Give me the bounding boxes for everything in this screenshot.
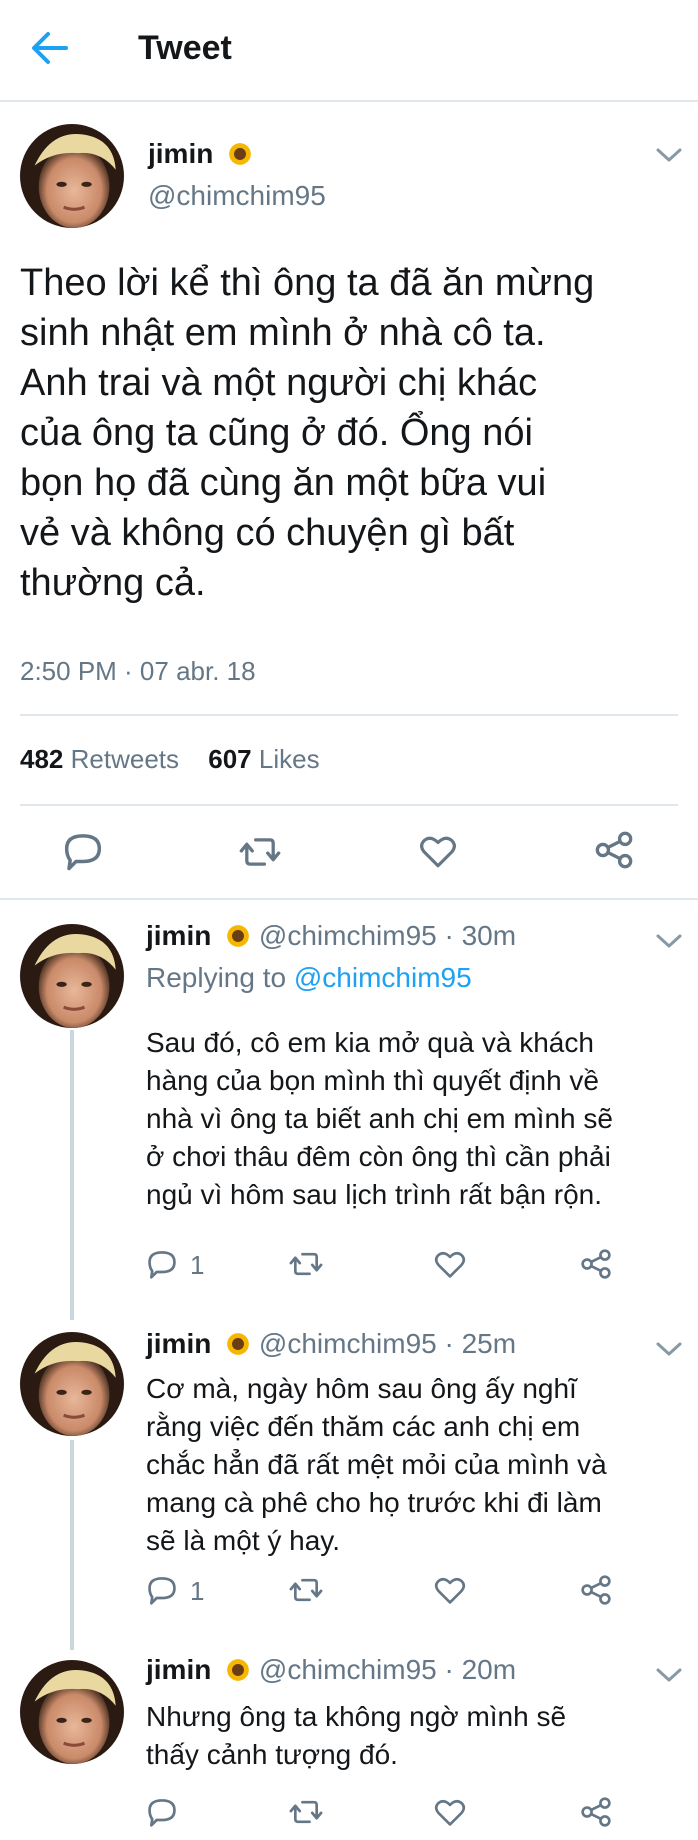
tweet-text-line: của ông ta cũng ở đó. Ổng nói: [20, 412, 533, 454]
tweet-text-line: Theo lời kể thì ông ta đã ăn mừng: [20, 262, 595, 304]
reply-text-line: Nhưng ông ta không ngờ mình sẽ: [146, 1701, 567, 1732]
like-count: 607: [208, 744, 252, 774]
share-icon[interactable]: [580, 1248, 612, 1280]
like-label: Likes: [258, 744, 320, 774]
retweet-icon[interactable]: [288, 1574, 324, 1606]
like-icon[interactable]: [434, 1248, 466, 1280]
back-arrow-icon[interactable]: [28, 26, 72, 70]
author-name[interactable]: jimin: [146, 1328, 211, 1359]
share-icon[interactable]: [580, 1574, 612, 1606]
reply-text-line: hàng của bọn mình thì quyết định về: [146, 1065, 599, 1096]
author-handle[interactable]: @chimchim95: [148, 180, 326, 212]
author-name[interactable]: jimin: [146, 1654, 211, 1685]
chevron-down-icon[interactable]: [655, 1666, 683, 1686]
share-icon[interactable]: [580, 1796, 612, 1828]
reply-count: 1: [190, 1250, 205, 1280]
tweet-text-line: bọn họ đã cùng ăn một bữa vui: [20, 462, 547, 504]
reply-text-line: mang cà phê cho họ trước khi đi làm: [146, 1487, 602, 1518]
reply-text-line: ở chơi thâu đêm còn ông thì cần phải: [146, 1141, 611, 1172]
chevron-down-icon[interactable]: [655, 932, 683, 952]
chevron-down-icon[interactable]: [655, 146, 683, 166]
reply-text: Nhưng ông ta không ngờ mình sẽ thấy cảnh…: [146, 1698, 566, 1774]
tweet-text: Theo lời kể thì ông ta đã ăn mừng sinh n…: [20, 258, 594, 608]
replying-to: Replying to @chimchim95: [146, 962, 472, 994]
tweet-timestamp[interactable]: 2:50 PM · 07 abr. 18: [20, 656, 256, 687]
thread-line: [70, 1030, 74, 1320]
retweet-icon[interactable]: [288, 1796, 324, 1828]
reply-text-line: ngủ vì hôm sau lịch trình rất bận rộn.: [146, 1179, 603, 1210]
reply-text: Cơ mà, ngày hôm sau ông ấy nghĩ rằng việ…: [146, 1370, 607, 1560]
sunflower-icon: [227, 1659, 249, 1681]
reply-icon[interactable]: [146, 1248, 178, 1280]
tweet-text-line: thường cả.: [20, 562, 206, 604]
retweet-label: Retweets: [70, 744, 180, 774]
reply-count: 1: [190, 1576, 205, 1606]
author-name[interactable]: jimin: [148, 138, 213, 169]
retweet-icon[interactable]: [288, 1248, 324, 1280]
like-icon[interactable]: [434, 1796, 466, 1828]
chevron-down-icon[interactable]: [655, 1340, 683, 1360]
reply-text-line: nhà vì ông ta biết anh chị em mình sẽ: [146, 1103, 613, 1134]
tweet-text-line: sinh nhật em mình ở nhà cô ta.: [20, 312, 546, 354]
like-stat[interactable]: 607 Likes: [208, 744, 319, 774]
retweet-icon[interactable]: [238, 832, 282, 872]
sunflower-icon: [227, 1333, 249, 1355]
page-title: Tweet: [138, 29, 232, 67]
reply-text-line: chắc hẳn đã rất mệt mỏi của mình và: [146, 1449, 607, 1480]
reply-meta: @chimchim95 · 20m: [258, 1654, 517, 1685]
retweet-count: 482: [20, 744, 64, 774]
avatar[interactable]: [20, 924, 124, 1028]
reply-text-line: Sau đó, cô em kia mở quà và khách: [146, 1027, 594, 1058]
reply-text-line: thấy cảnh tượng đó.: [146, 1739, 398, 1770]
reply-text: Sau đó, cô em kia mở quà và khách hàng c…: [146, 1024, 613, 1214]
retweet-stat[interactable]: 482 Retweets: [20, 744, 179, 774]
like-icon[interactable]: [434, 1574, 466, 1606]
like-icon[interactable]: [418, 832, 458, 870]
tweet-text-line: vẻ và không có chuyện gì bất: [20, 512, 515, 554]
avatar[interactable]: [20, 1332, 124, 1436]
reply-icon[interactable]: [146, 1574, 178, 1606]
divider: [20, 804, 678, 806]
thread-line: [70, 1440, 74, 1650]
reply-text-line: Cơ mà, ngày hôm sau ông ấy nghĩ: [146, 1373, 577, 1404]
reply-icon[interactable]: [146, 1796, 178, 1828]
avatar[interactable]: [20, 124, 124, 228]
divider: [20, 714, 678, 716]
tweet-text-line: Anh trai và một người chị khác: [20, 362, 538, 404]
author-name[interactable]: jimin: [146, 920, 211, 951]
reply-icon[interactable]: [62, 830, 104, 872]
reply-meta: @chimchim95 · 25m: [258, 1328, 517, 1359]
replying-to-handle[interactable]: @chimchim95: [294, 962, 472, 993]
share-icon[interactable]: [594, 830, 634, 870]
reply-meta: @chimchim95 · 30m: [258, 920, 517, 951]
reply-text-line: rằng việc đến thăm các anh chị em: [146, 1411, 581, 1442]
reply-text-line: sẽ là một ý hay.: [146, 1525, 341, 1556]
top-bar: Tweet: [0, 0, 698, 102]
replying-to-label: Replying to: [146, 962, 287, 993]
sunflower-icon: [229, 143, 251, 165]
tweet-stats: 482 Retweets 607 Likes: [20, 744, 320, 775]
divider: [0, 898, 698, 900]
sunflower-icon: [227, 925, 249, 947]
avatar[interactable]: [20, 1660, 124, 1764]
